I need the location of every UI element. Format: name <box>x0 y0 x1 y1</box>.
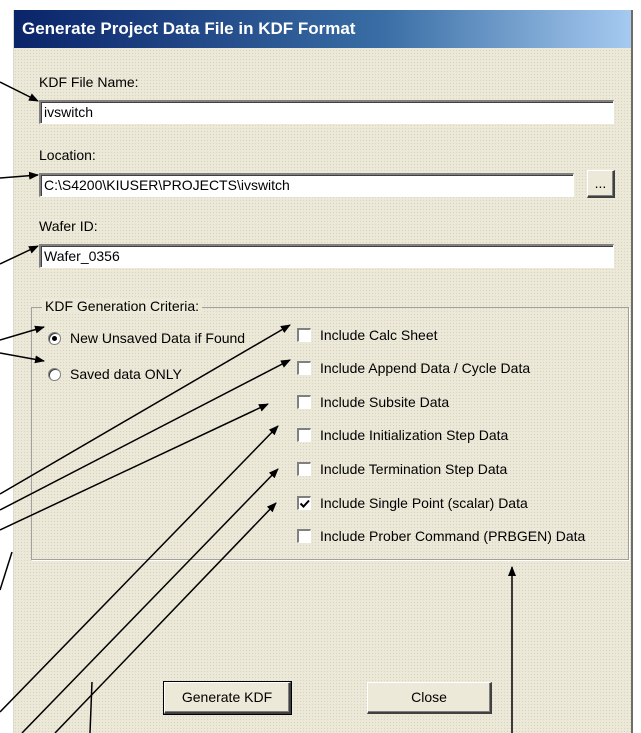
location-label: Location: <box>39 147 96 163</box>
wafer-id-label: Wafer ID: <box>39 218 98 234</box>
checkbox-initialization-step[interactable]: Include Initialization Step Data <box>297 427 508 443</box>
close-button[interactable]: Close <box>367 682 492 714</box>
checkbox[interactable] <box>297 529 311 543</box>
checkbox[interactable] <box>297 328 311 342</box>
radio-saved-data-only[interactable]: Saved data ONLY <box>48 366 182 382</box>
location-field[interactable]: C:\S4200\KIUSER\PROJECTS\ivswitch <box>39 173 574 197</box>
kdf-dialog: Generate Project Data File in KDF Format… <box>13 10 633 733</box>
radio-button[interactable] <box>48 331 61 345</box>
checkbox-label: Include Calc Sheet <box>320 327 438 343</box>
checkbox-label: Include Termination Step Data <box>320 461 508 477</box>
wafer-id-field[interactable]: Wafer_0356 <box>39 244 614 268</box>
checkmark-icon <box>299 499 310 508</box>
checkbox-single-point[interactable]: Include Single Point (scalar) Data <box>297 495 528 511</box>
arrow-tail-left <box>0 551 13 591</box>
kdf-file-name-label: KDF File Name: <box>39 74 139 90</box>
group-title: KDF Generation Criteria: <box>42 298 203 314</box>
checkbox-prober-command[interactable]: Include Prober Command (PRBGEN) Data <box>297 528 585 544</box>
checkbox-label: Include Initialization Step Data <box>320 427 509 443</box>
checkbox-subsite-data[interactable]: Include Subsite Data <box>297 394 449 410</box>
checkbox[interactable] <box>297 496 311 510</box>
kdf-file-name-field[interactable]: ivswitch <box>39 100 614 124</box>
checkbox[interactable] <box>297 361 311 375</box>
checkbox[interactable] <box>297 395 311 409</box>
browse-button[interactable]: ... <box>587 170 615 198</box>
checkbox-calc-sheet[interactable]: Include Calc Sheet <box>297 327 438 343</box>
radio-button[interactable] <box>48 367 61 381</box>
checkbox-termination-step[interactable]: Include Termination Step Data <box>297 461 507 477</box>
kdf-generation-criteria-group: KDF Generation Criteria: New Unsaved Dat… <box>31 298 629 560</box>
checkbox[interactable] <box>297 428 311 442</box>
checkbox-append-data[interactable]: Include Append Data / Cycle Data <box>297 360 530 376</box>
generate-kdf-button[interactable]: Generate KDF <box>163 681 292 715</box>
radio-label: Saved data ONLY <box>70 366 182 382</box>
dialog-title: Generate Project Data File in KDF Format <box>14 10 631 48</box>
radio-new-unsaved-data[interactable]: New Unsaved Data if Found <box>48 330 245 346</box>
checkbox-label: Include Single Point (scalar) Data <box>320 495 528 511</box>
checkbox[interactable] <box>297 462 311 476</box>
checkbox-label: Include Prober Command (PRBGEN) Data <box>320 528 586 544</box>
checkbox-label: Include Append Data / Cycle Data <box>320 360 531 376</box>
radio-label: New Unsaved Data if Found <box>70 330 246 346</box>
checkbox-label: Include Subsite Data <box>320 394 450 410</box>
